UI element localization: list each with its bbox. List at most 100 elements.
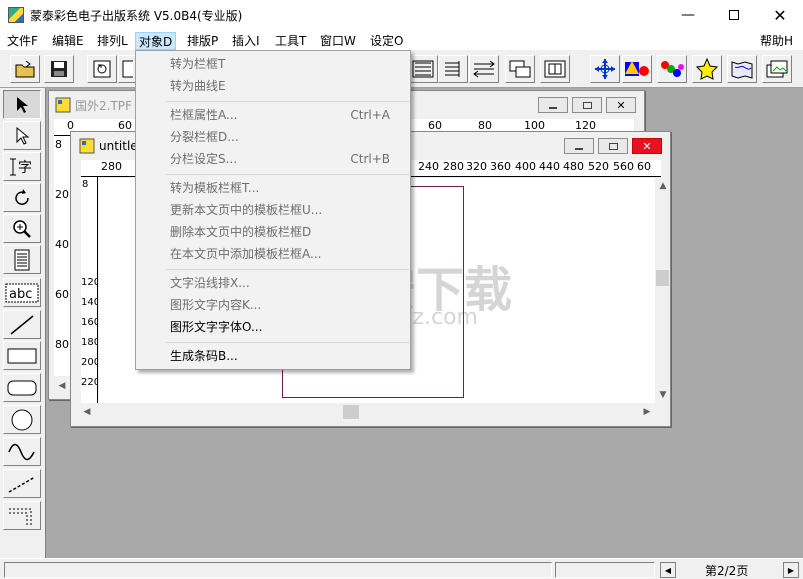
menu-file[interactable]: 文件F	[4, 32, 41, 50]
bring-forward-button[interactable]	[505, 55, 535, 83]
front-maximize-button[interactable]	[598, 138, 628, 154]
scroll-up-arrow[interactable]: ▲	[655, 178, 671, 194]
menu-window[interactable]: 窗口W	[317, 32, 359, 50]
text-flow-button[interactable]	[408, 55, 438, 83]
ruler-tick: 60	[637, 160, 651, 173]
ruler-tick: 320	[466, 160, 487, 173]
vertical-scrollbar[interactable]: ▲ ▼	[655, 178, 670, 403]
menu-convert-to-curve[interactable]: 转为曲线E	[138, 75, 408, 97]
menu-split-frame[interactable]: 分裂栏框D...	[138, 126, 408, 148]
link-frames-button[interactable]	[469, 55, 499, 83]
menu-settings[interactable]: 设定O	[367, 32, 406, 50]
prev-page-button[interactable]: ◀	[660, 562, 676, 578]
menu-object[interactable]: 对象D	[135, 32, 177, 50]
horizontal-scrollbar[interactable]: ◀ ▶	[79, 404, 655, 420]
menu-item-label: 在本文页中添加模板栏框A...	[170, 247, 322, 261]
star-button[interactable]	[692, 55, 722, 83]
text-wrap-button[interactable]	[438, 55, 468, 83]
menu-add-template[interactable]: 在本文页中添加模板栏框A...	[138, 243, 408, 265]
menu-separator	[166, 101, 409, 102]
back-maximize-button[interactable]	[572, 97, 602, 113]
preview-icon	[122, 60, 133, 78]
minimize-button[interactable]: —	[665, 0, 711, 30]
table-tool[interactable]	[3, 501, 41, 530]
save-button[interactable]	[44, 55, 74, 83]
graphic-text-tool[interactable]: abc	[3, 278, 41, 307]
menu-column-settings[interactable]: 分栏设定S... Ctrl+B	[138, 148, 408, 170]
open-button[interactable]	[10, 55, 40, 83]
scroll-right-arrow[interactable]: ▶	[639, 404, 655, 420]
menu-convert-to-frame[interactable]: 转为栏框T	[138, 53, 408, 75]
menu-text-along-path[interactable]: 文字沿线排X...	[138, 272, 408, 294]
front-window-title: untitle	[99, 139, 138, 153]
zoom-tool[interactable]	[3, 214, 41, 243]
rotate-tool[interactable]	[3, 183, 41, 212]
menu-insert[interactable]: 插入I	[229, 32, 263, 50]
curve-tool[interactable]	[3, 437, 41, 466]
map-icon	[731, 61, 753, 79]
minimize-icon	[549, 107, 557, 109]
rectangle-tool[interactable]	[3, 341, 41, 370]
object-menu-dropdown: 转为栏框T 转为曲线E 栏框属性A... Ctrl+A 分裂栏框D... 分栏设定…	[135, 50, 411, 370]
menu-convert-to-template[interactable]: 转为模板栏框T...	[138, 177, 408, 199]
scroll-thumb[interactable]	[343, 405, 359, 419]
text-tool[interactable]: 字	[3, 152, 41, 181]
rounded-rect-tool[interactable]	[3, 373, 41, 402]
image-button[interactable]	[762, 55, 792, 83]
text-frame-tool[interactable]	[3, 245, 41, 274]
color-shapes-button[interactable]	[622, 55, 652, 83]
menu-item-label: 分栏设定S...	[170, 152, 238, 166]
menu-shortcut: Ctrl+A	[350, 108, 390, 122]
menu-separator	[166, 174, 409, 175]
front-close-button[interactable]: ✕	[632, 138, 662, 154]
menu-tools[interactable]: 工具T	[272, 32, 309, 50]
back-close-button[interactable]: ✕	[606, 97, 636, 113]
tool-palette: 字 abc	[0, 88, 46, 558]
group-icon	[544, 60, 566, 78]
menu-graphic-text-content[interactable]: 图形文字内容K...	[138, 294, 408, 316]
map-button[interactable]	[727, 55, 757, 83]
direct-select-tool[interactable]	[3, 121, 41, 150]
menu-delete-template[interactable]: 删除本文页中的模板栏框D	[138, 221, 408, 243]
menu-help[interactable]: 帮助H	[757, 32, 796, 50]
menu-layout[interactable]: 排版P	[184, 32, 221, 50]
back-window-title: 国外2.TPF (	[75, 98, 141, 113]
menu-graphic-text-font[interactable]: 图形文字字体O...	[138, 316, 408, 338]
rotate-icon	[15, 188, 29, 205]
ruler-tick: 280	[443, 160, 464, 173]
menu-item-label: 转为栏框T	[170, 57, 226, 71]
scroll-left-arrow[interactable]: ◀	[79, 404, 95, 420]
scroll-left-arrow[interactable]: ◀	[54, 378, 70, 394]
menu-arrange[interactable]: 排列L	[94, 32, 131, 50]
maximize-button[interactable]	[711, 0, 757, 30]
group-button[interactable]	[540, 55, 570, 83]
menu-update-template[interactable]: 更新本文页中的模板栏框U...	[138, 199, 408, 221]
menu-frame-properties[interactable]: 栏框属性A... Ctrl+A	[138, 104, 408, 126]
color-shapes-icon	[625, 61, 649, 76]
ruler-tick: 400	[515, 160, 536, 173]
menu-generate-barcode[interactable]: 生成条码B...	[138, 345, 408, 367]
print-preview-button[interactable]	[87, 55, 117, 83]
dashed-line-icon	[8, 475, 36, 493]
move-button[interactable]	[590, 55, 620, 83]
front-vertical-ruler: 8 120 140 160 180 200 220	[81, 177, 98, 403]
select-tool[interactable]	[3, 90, 41, 119]
line-tool[interactable]	[3, 310, 41, 339]
rainbow-color-button[interactable]	[657, 55, 687, 83]
menu-item-label: 图形文字字体O...	[170, 320, 263, 334]
close-button[interactable]: ✕	[757, 0, 803, 30]
front-minimize-button[interactable]	[564, 138, 594, 154]
menu-edit[interactable]: 编辑E	[49, 32, 87, 50]
back-minimize-button[interactable]	[538, 97, 568, 113]
polyline-tool[interactable]	[3, 469, 41, 498]
ruler-tick: 480	[563, 160, 584, 173]
ellipse-tool[interactable]	[3, 405, 41, 434]
wave-curve-icon	[8, 443, 35, 460]
title-bar: 蒙泰彩色电子出版系统 V5.0B4(专业版) — ✕	[0, 0, 803, 30]
ruler-tick: 220	[81, 377, 97, 388]
next-page-button[interactable]: ▶	[783, 562, 799, 578]
window-title: 蒙泰彩色电子出版系统 V5.0B4(专业版)	[30, 9, 243, 23]
scroll-thumb[interactable]	[656, 270, 669, 286]
toolbar-button-partial[interactable]	[118, 55, 136, 83]
scroll-down-arrow[interactable]: ▼	[655, 387, 671, 403]
